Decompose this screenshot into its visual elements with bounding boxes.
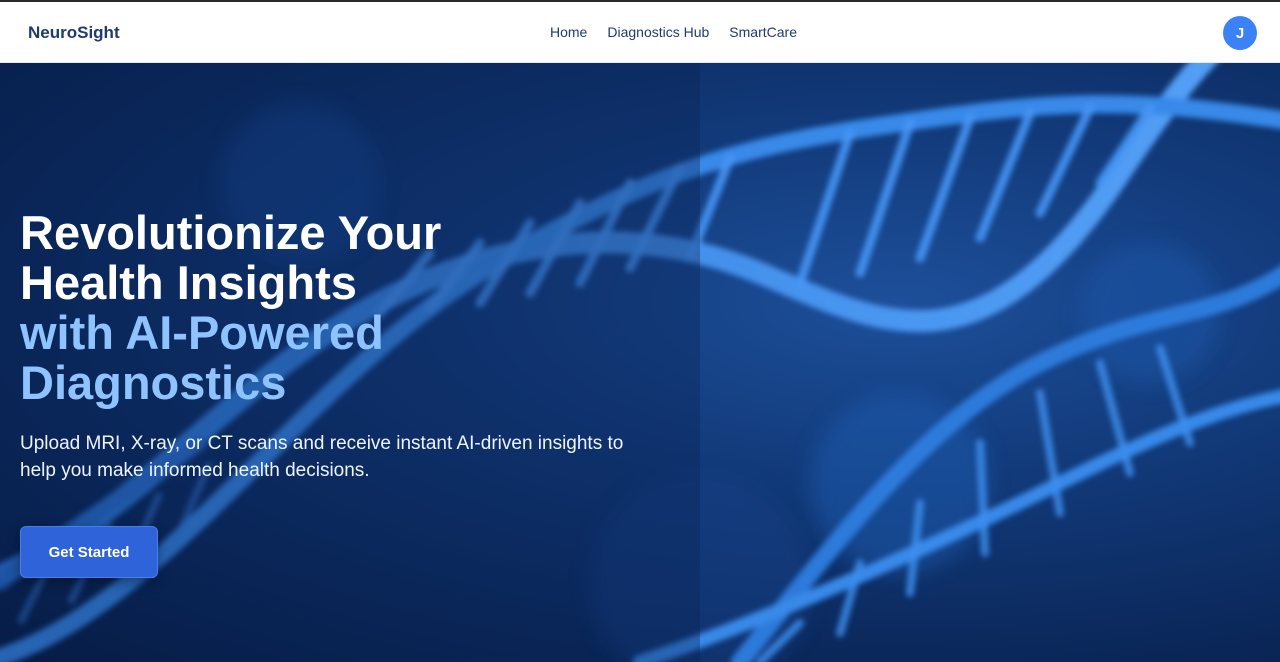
hero-headline: Revolutionize Your Health Insights [20, 208, 540, 308]
hero-subtext: Upload MRI, X-ray, or CT scans and recei… [20, 433, 624, 481]
hero-headline-accent: with AI-Powered Diagnostics [20, 308, 540, 408]
hero-section: Revolutionize Your Health Insights with … [0, 63, 1280, 662]
get-started-button[interactable]: Get Started [20, 526, 158, 578]
hero-content: Revolutionize Your Health Insights with … [20, 208, 700, 484]
accent-line-2: Diagnostics [20, 356, 287, 409]
user-avatar[interactable]: J [1223, 16, 1257, 50]
accent-line-1: with AI-Powered [20, 306, 384, 359]
nav-link-diagnostics-hub[interactable]: Diagnostics Hub [607, 24, 709, 40]
brand-logo[interactable]: NeuroSight [28, 23, 120, 43]
main-nav: Home Diagnostics Hub SmartCare [550, 24, 797, 40]
headline-line-1: Revolutionize Your [20, 206, 442, 259]
nav-link-smartcare[interactable]: SmartCare [729, 24, 797, 40]
headline-line-2: Health Insights [20, 256, 357, 309]
top-navbar: NeuroSight Home Diagnostics Hub SmartCar… [0, 2, 1280, 63]
nav-link-home[interactable]: Home [550, 24, 587, 40]
